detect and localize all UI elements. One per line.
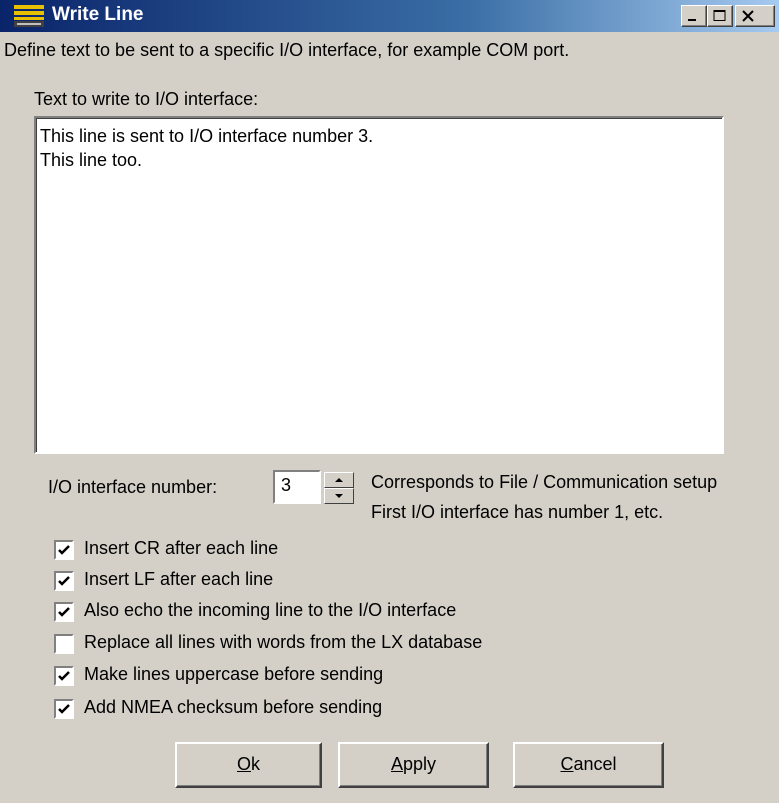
replace-lines-label: Replace all lines with words from the LX…	[84, 632, 483, 652]
description-text: Define text to be sent to a specific I/O…	[4, 40, 570, 60]
cancel-mnemonic: C	[560, 754, 574, 774]
checkmark-icon	[58, 607, 70, 617]
replace-lines-checkbox[interactable]	[54, 634, 74, 654]
checkmark-icon	[58, 704, 70, 714]
minimize-icon	[688, 19, 696, 21]
maximize-button[interactable]	[707, 5, 733, 27]
ok-button-label: k	[251, 754, 260, 774]
spin-up-button[interactable]	[324, 472, 354, 488]
echo-line-checkbox[interactable]	[54, 602, 74, 622]
arrow-up-icon	[335, 478, 343, 482]
interface-hint-line1: Corresponds to File / Communication setu…	[371, 472, 718, 492]
checkmark-icon	[58, 576, 70, 586]
insert-cr-checkbox[interactable]	[54, 540, 74, 560]
apply-button-label: pply	[402, 754, 437, 774]
cancel-button[interactable]: Cancel	[513, 742, 664, 788]
app-logo-icon	[14, 5, 44, 27]
apply-button[interactable]: Apply	[338, 742, 489, 788]
checkmark-icon	[58, 545, 70, 555]
cancel-button-label: ancel	[573, 754, 617, 774]
interface-number-label: I/O interface number:	[48, 477, 218, 497]
uppercase-label: Make lines uppercase before sending	[84, 664, 384, 684]
ok-mnemonic: O	[236, 754, 251, 774]
text-line: This line is sent to I/O interface numbe…	[40, 126, 374, 146]
apply-mnemonic: A	[390, 754, 403, 774]
text-input-area[interactable]: This line is sent to I/O interface numbe…	[34, 116, 724, 454]
interface-number-input[interactable]: 3	[273, 470, 321, 504]
spin-down-button[interactable]	[324, 488, 354, 504]
insert-lf-checkbox[interactable]	[54, 571, 74, 591]
maximize-icon	[713, 10, 726, 21]
ok-button[interactable]: Ok	[175, 742, 322, 788]
close-button[interactable]	[735, 5, 775, 27]
minimize-button[interactable]	[681, 5, 707, 27]
text-area-label: Text to write to I/O interface:	[34, 89, 259, 109]
interface-hint-line2: First I/O interface has number 1, etc.	[371, 502, 664, 522]
checkmark-icon	[58, 671, 70, 681]
title-bar[interactable]: Write Line	[0, 0, 779, 32]
nmea-checksum-checkbox[interactable]	[54, 699, 74, 719]
insert-cr-label: Insert CR after each line	[84, 538, 279, 558]
nmea-checksum-label: Add NMEA checksum before sending	[84, 697, 383, 717]
window-title: Write Line	[52, 4, 144, 25]
close-icon	[742, 10, 754, 22]
text-line: This line too.	[40, 150, 143, 170]
echo-line-label: Also echo the incoming line to the I/O i…	[84, 600, 457, 620]
arrow-down-icon	[335, 494, 343, 498]
uppercase-checkbox[interactable]	[54, 666, 74, 686]
insert-lf-label: Insert LF after each line	[84, 569, 274, 589]
